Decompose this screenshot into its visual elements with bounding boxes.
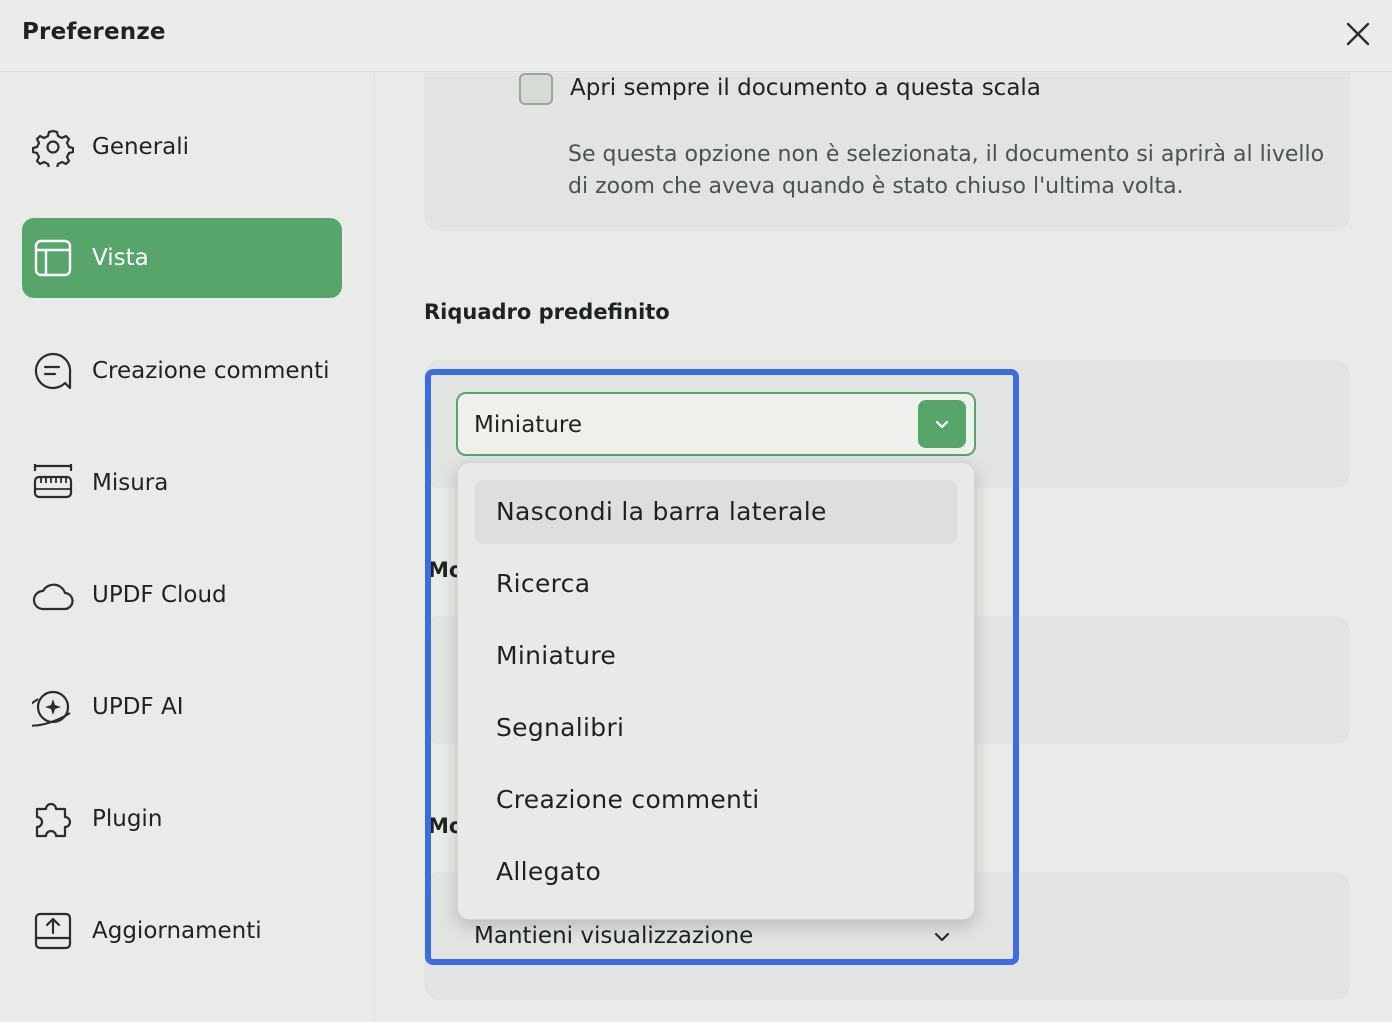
- sidebar-item-plugin[interactable]: Plugin: [22, 779, 342, 859]
- sidebar-item-creazione-commenti[interactable]: Creazione commenti: [22, 331, 342, 411]
- dropdown-option-label: Creazione commenti: [496, 785, 760, 814]
- default-pane-select[interactable]: Miniature: [456, 392, 976, 456]
- sidebar-item-vista[interactable]: Vista: [22, 218, 342, 298]
- ruler-icon: [33, 464, 73, 499]
- cloud-icon: [32, 583, 74, 611]
- sidebar-item-aggiornamenti[interactable]: Aggiornamenti: [22, 891, 342, 971]
- scale-settings-body: Apri sempre il documento a questa scala …: [424, 73, 1350, 231]
- dropdown-option-ricerca[interactable]: Ricerca: [474, 552, 958, 616]
- sidebar-item-label: Vista: [92, 245, 149, 271]
- close-button[interactable]: [1340, 16, 1376, 52]
- dropdown-option-label: Nascondi la barra laterale: [496, 497, 827, 526]
- scale-help-text: Se questa opzione non è selezionata, il …: [568, 142, 1325, 199]
- sidebar-item-updf-ai[interactable]: UPDF AI: [22, 667, 342, 747]
- update-icon: [34, 912, 72, 950]
- sidebar-item-label: Creazione commenti: [92, 358, 330, 384]
- scale-checkbox[interactable]: [519, 73, 553, 105]
- sidebar-item-label: UPDF AI: [92, 694, 184, 720]
- sidebar-item-misura[interactable]: Misura: [22, 443, 342, 523]
- view-mode-select[interactable]: Mantieni visualizzazione: [458, 921, 970, 961]
- dropdown-option-creazione-commenti[interactable]: Creazione commenti: [474, 768, 958, 832]
- window-title: Preferenze: [22, 19, 166, 45]
- section-heading-hidden-2: Mo: [428, 814, 458, 838]
- comment-icon: [34, 352, 72, 390]
- scale-settings-card: Apri sempre il documento a questa scala …: [424, 73, 1350, 231]
- title-bar: Preferenze: [0, 0, 1392, 72]
- layout-icon: [34, 239, 72, 277]
- view-mode-select-value: Mantieni visualizzazione: [474, 923, 754, 949]
- dropdown-option-allegato[interactable]: Allegato: [474, 840, 958, 904]
- sidebar-item-label: Aggiornamenti: [92, 918, 262, 944]
- close-icon: [1346, 22, 1370, 46]
- puzzle-icon: [35, 802, 72, 838]
- section-heading-hidden-1: Mo: [428, 558, 458, 582]
- dropdown-toggle-button[interactable]: [918, 400, 966, 448]
- dropdown-option-miniature[interactable]: Miniature: [474, 624, 958, 688]
- default-pane-dropdown-menu: Nascondi la barra laterale Ricerca Minia…: [457, 462, 975, 920]
- sidebar-item-updf-cloud[interactable]: UPDF Cloud: [22, 555, 342, 635]
- sidebar-item-label: Plugin: [92, 806, 163, 832]
- sidebar-item-label: UPDF Cloud: [92, 582, 227, 608]
- gear-icon: [32, 129, 74, 167]
- main-content: Apri sempre il documento a questa scala …: [376, 73, 1392, 1022]
- dropdown-option-label: Allegato: [496, 857, 602, 886]
- chevron-down-icon: [934, 932, 950, 942]
- dropdown-option-label: Ricerca: [496, 569, 591, 598]
- dropdown-option-label: Miniature: [496, 641, 617, 670]
- sidebar-item-label: Misura: [92, 470, 169, 496]
- sidebar-item-generali[interactable]: Generali: [22, 107, 342, 187]
- scale-checkbox-label: Apri sempre il documento a questa scala: [570, 75, 1041, 101]
- dropdown-option-segnalibri[interactable]: Segnalibri: [474, 696, 958, 760]
- dropdown-option-label: Segnalibri: [496, 713, 625, 742]
- default-pane-heading: Riquadro predefinito: [424, 300, 670, 324]
- chevron-down-icon: [935, 420, 949, 429]
- ai-sparkle-icon: [32, 690, 71, 727]
- sidebar-item-label: Generali: [92, 134, 190, 160]
- dropdown-option-nascondi-barra-laterale[interactable]: Nascondi la barra laterale: [474, 480, 958, 544]
- default-pane-select-value: Miniature: [474, 412, 582, 438]
- sidebar: Generali Vista Creazione commenti Misura: [0, 73, 375, 1022]
